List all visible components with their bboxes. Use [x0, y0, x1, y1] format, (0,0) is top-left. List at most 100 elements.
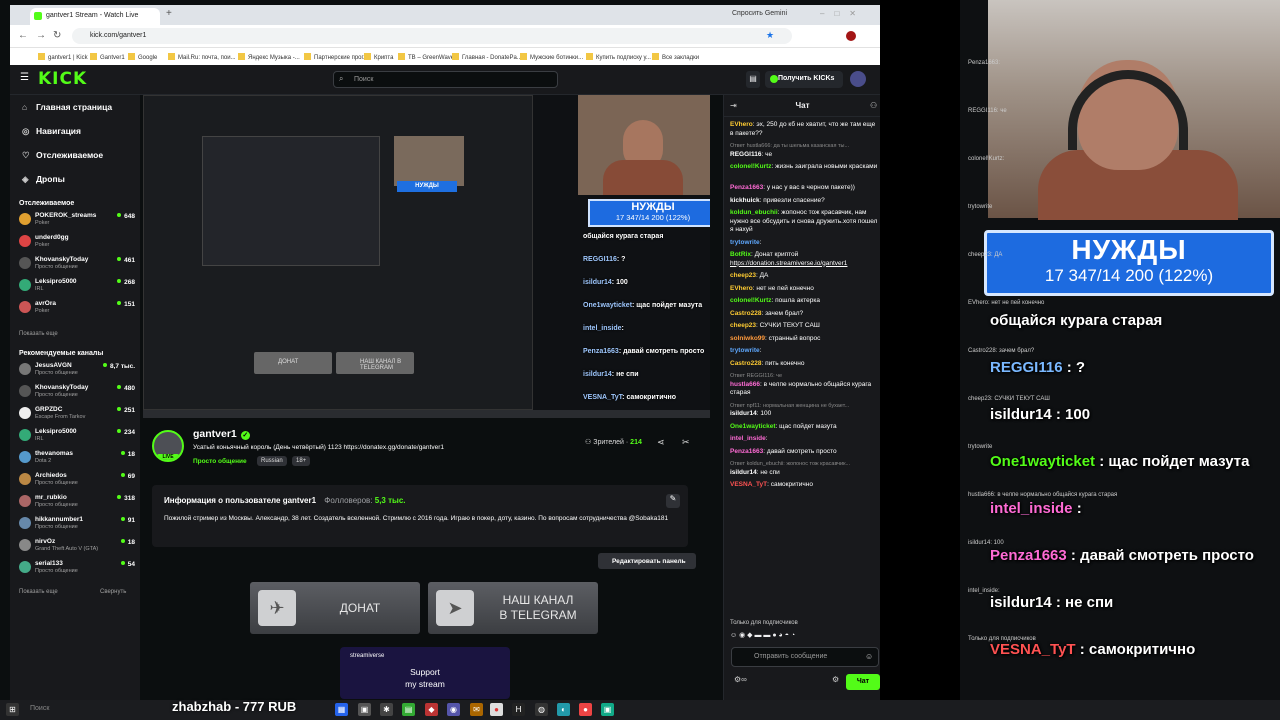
chat-message[interactable]: cheep23: СУЧКИ ТЕКУТ САШ: [730, 322, 878, 331]
app-icon-9[interactable]: H: [512, 703, 525, 716]
channel-item[interactable]: serial133 Просто общение 54: [19, 560, 135, 578]
profile-avatar[interactable]: [846, 31, 856, 41]
bookmark-item[interactable]: Все закладки: [652, 53, 699, 61]
start-icon[interactable]: ⊞: [6, 703, 19, 716]
chat-message[interactable]: Castro228: зачем брал?: [730, 310, 878, 319]
chat-message[interactable]: Penza1663: давай смотреть просто: [730, 448, 878, 457]
video-player[interactable]: НУЖДЫ ДОНАТ НАШ КАНАЛ В TELEGRAM НУЖДЫ 1…: [143, 95, 710, 418]
window-controls[interactable]: –□✕: [820, 9, 866, 18]
show-more-link[interactable]: Показать еще: [19, 589, 58, 595]
chat-message[interactable]: cheep23: ДА: [730, 272, 878, 281]
chat-message[interactable]: Penza1663: у нас у вас в черном пакете)): [730, 184, 878, 193]
menu-icon[interactable]: ☰: [20, 72, 29, 83]
chat-username[interactable]: Castro228: [730, 310, 761, 317]
player-controls-bar[interactable]: [143, 410, 710, 418]
stream-category[interactable]: Просто общение: [193, 458, 247, 465]
nav-item[interactable]: ◈ Дропы: [22, 174, 65, 185]
chat-message[interactable]: intel_inside:: [730, 435, 878, 444]
telegram-panel[interactable]: ➤ НАШ КАНАЛ В TELEGRAM: [428, 582, 598, 634]
app-icon-11[interactable]: ◐: [557, 703, 570, 716]
chat-tools-icon[interactable]: ⚙∞: [734, 675, 747, 684]
chat-message[interactable]: Ответ REGGI116: че hustla666: в челпе нор…: [730, 372, 878, 398]
chat-message[interactable]: One1wayticket: щас пойдет мазута: [730, 423, 878, 432]
channel-item[interactable]: hikkannumber1 Просто общение 91: [19, 516, 135, 534]
chat-username[interactable]: isildur14: [730, 469, 757, 476]
bookmark-item[interactable]: Партнерские прог...: [304, 53, 368, 61]
streamer-name[interactable]: gantver1 ✓: [193, 428, 250, 440]
chat-message[interactable]: Ответ npf11: нормальная женщина не бухае…: [730, 402, 878, 419]
chat-username[interactable]: isildur14: [730, 410, 757, 417]
collapse-link[interactable]: Свернуть: [100, 589, 126, 595]
support-panel[interactable]: streamiverse Support my stream: [340, 647, 510, 699]
chat-username[interactable]: Penza1663: [730, 184, 763, 191]
channel-item[interactable]: Archiedos Просто общение 69: [19, 472, 135, 490]
chat-message[interactable]: Castro228: пить конечно: [730, 360, 878, 369]
bookmark-item[interactable]: Mail.Ru: почта, пои...: [168, 53, 236, 61]
chat-message[interactable]: Ответ hustla666: да ты шельма казанская …: [730, 142, 878, 159]
app-icon-4[interactable]: ▤: [402, 703, 415, 716]
user-avatar[interactable]: [850, 71, 866, 87]
chat-username[interactable]: Penza1663: [730, 448, 763, 455]
app-icon-5[interactable]: ◆: [425, 703, 438, 716]
chat-username[interactable]: trytowrite: [730, 239, 760, 246]
nav-item[interactable]: ⌂ Главная страница: [22, 102, 112, 112]
edit-pencil-icon[interactable]: ✎: [666, 494, 680, 508]
app-icon-13[interactable]: ▣: [601, 703, 614, 716]
taskbar-search[interactable]: Поиск: [30, 705, 49, 712]
nav-item[interactable]: ♡ Отслеживаемое: [22, 150, 103, 161]
search-input[interactable]: Поиск: [333, 71, 558, 88]
collapse-chat-icon[interactable]: ⇥: [730, 101, 737, 110]
channel-item[interactable]: Leksipro5000 IRL 268: [19, 278, 135, 296]
chat-input[interactable]: Отправить сообщение: [731, 647, 879, 667]
new-tab-button[interactable]: +: [166, 8, 172, 19]
chat-username[interactable]: cheep23: [730, 322, 756, 329]
app-icon-1[interactable]: ▦: [335, 703, 348, 716]
channel-item[interactable]: GRPZDC Escape From Tarkov 251: [19, 406, 135, 424]
bookmark-item[interactable]: Крипта: [364, 53, 393, 61]
donate-panel[interactable]: ✈ ДОНАТ: [250, 582, 420, 634]
bookmark-item[interactable]: Мужские ботинки...: [520, 53, 583, 61]
chat-username[interactable]: colonel!Kurtz: [730, 297, 772, 304]
app-icon-3[interactable]: ✱: [380, 703, 393, 716]
chat-username[interactable]: cheep23: [730, 272, 756, 279]
chrome-icon[interactable]: ●: [490, 703, 503, 716]
app-icon-2[interactable]: ▣: [358, 703, 371, 716]
app-icon-10[interactable]: ◍: [535, 703, 548, 716]
tag-age[interactable]: 18+: [292, 456, 311, 466]
chat-username[interactable]: BotRix: [730, 251, 751, 258]
channel-item[interactable]: mr_rubkio Просто общение 318: [19, 494, 135, 512]
channel-item[interactable]: KhovanskyToday Просто общение 461: [19, 256, 135, 274]
channel-item[interactable]: thevanomas Dota 2 18: [19, 450, 135, 468]
chat-message[interactable]: trytowrite:: [730, 347, 878, 356]
chat-username[interactable]: REGGI116: [730, 151, 761, 158]
nav-item[interactable]: ◎ Навигация: [22, 126, 81, 137]
channel-item[interactable]: KhovanskyToday Просто общение 480: [19, 384, 135, 402]
back-icon[interactable]: ←: [18, 30, 28, 41]
chat-message[interactable]: trytowrite:: [730, 239, 878, 248]
chat-username[interactable]: koldun_ebuchii: [730, 209, 778, 216]
app-icon-7[interactable]: ✉: [470, 703, 483, 716]
chat-message[interactable]: VESNA_TyT: самокритично: [730, 481, 878, 490]
bookmark-item[interactable]: Google: [128, 53, 157, 61]
chat-username[interactable]: intel_inside: [730, 435, 766, 442]
gemini-button[interactable]: Спросить Gemini: [732, 10, 787, 17]
forward-icon[interactable]: →: [36, 30, 46, 41]
channel-item[interactable]: Leksipro5000 IRL 234: [19, 428, 135, 446]
chat-username[interactable]: solniwko99: [730, 335, 765, 342]
chat-username[interactable]: VESNA_TyT: [730, 481, 767, 488]
chat-username[interactable]: EVhero: [730, 121, 753, 128]
chat-message[interactable]: EVhero: эх, 250 до кб не хватит, что же …: [730, 121, 878, 138]
show-more-link[interactable]: Показать еще: [19, 331, 58, 337]
bookmark-item[interactable]: Gantver1: [90, 53, 125, 61]
bookmark-item[interactable]: Яндекс Музыка -...: [238, 53, 300, 61]
app-icon-6[interactable]: ◉: [447, 703, 460, 716]
bookmark-item[interactable]: ТВ – GreenWave: [398, 53, 454, 61]
chat-message[interactable]: colonel!Kurtz: пошла актерка: [730, 297, 878, 306]
chat-username[interactable]: trytowrite: [730, 347, 760, 354]
bookmark-item[interactable]: gantver1 | Kick: [38, 53, 88, 61]
channel-item[interactable]: nirvOz Grand Theft Auto V (GTA) 18: [19, 538, 135, 556]
chat-username[interactable]: Castro228: [730, 360, 761, 367]
reload-icon[interactable]: ↻: [53, 30, 61, 41]
tag-language[interactable]: Russian: [257, 456, 287, 466]
channel-item[interactable]: JesusAVGN Просто общение 8,7 тыс.: [19, 362, 135, 380]
